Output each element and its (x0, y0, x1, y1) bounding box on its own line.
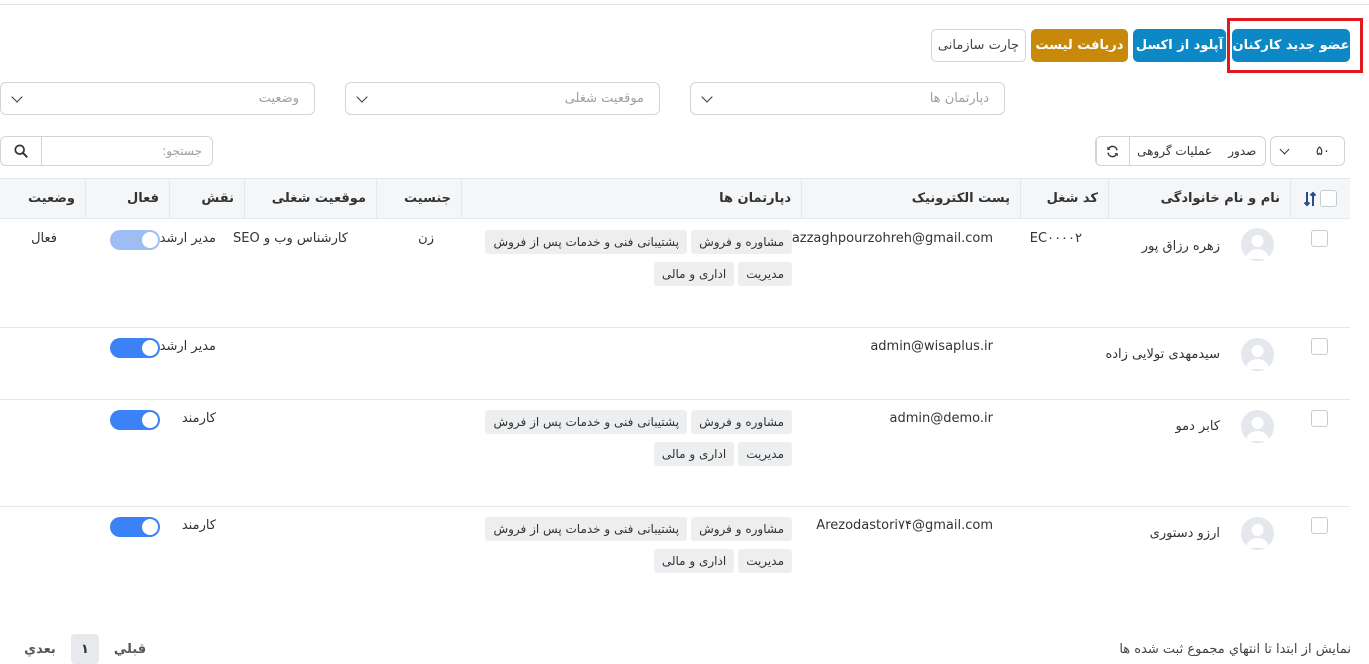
col-status[interactable]: وضعیت (0, 179, 85, 218)
department-tag: اداری و مالی (653, 262, 735, 286)
refresh-button[interactable] (1096, 137, 1129, 165)
chevron-down-icon (1279, 144, 1290, 154)
search-icon (14, 144, 28, 158)
avatar (1241, 338, 1274, 371)
active-toggle[interactable] (110, 410, 160, 430)
active-toggle[interactable] (110, 517, 160, 537)
active-toggle[interactable] (110, 230, 160, 250)
sort-icon[interactable] (1304, 191, 1316, 207)
status-text: فعال (31, 231, 57, 246)
department-tag: مشاوره و فروش (691, 410, 792, 434)
col-email[interactable]: پست الکترونیک (801, 179, 1020, 218)
employee-name[interactable]: ارزو دستوری (1150, 526, 1220, 541)
export-button[interactable]: صدور (1220, 137, 1265, 165)
department-filter-placeholder: دپارتمان ها (929, 91, 989, 106)
avatar (1241, 410, 1274, 443)
role: کارمند (181, 411, 216, 426)
department-tag: مدیریت (738, 262, 792, 286)
search-box (0, 136, 213, 166)
employee-name[interactable]: زهره رزاق پور (1142, 239, 1220, 254)
col-gender[interactable]: جنسیت (376, 179, 461, 218)
department-tag: مدیریت (738, 442, 792, 466)
bulk-actions-button[interactable]: عملیات گروهی (1128, 137, 1220, 165)
next-page-button[interactable]: بعدي (18, 634, 62, 664)
department-tag: پشتیبانی فنی و خدمات پس از فروش (485, 230, 688, 254)
page-number-button[interactable]: ۱ (71, 634, 99, 664)
refresh-icon (1107, 145, 1119, 157)
col-job-position[interactable]: موقعیت شغلی (244, 179, 376, 218)
employee-name[interactable]: کابر دمو (1175, 419, 1220, 434)
avatar (1241, 228, 1274, 261)
search-button[interactable] (1, 137, 42, 165)
employee-name[interactable]: سیدمهدی تولایی زاده (1105, 347, 1220, 362)
chevron-down-icon (356, 90, 368, 103)
role: کارمند (181, 518, 216, 533)
table-row: کابر دمو admin@demo.ir مشاوره و فروش پشت… (0, 400, 1350, 507)
col-departments[interactable]: دپارتمان ها (461, 179, 801, 218)
prev-page-button[interactable]: قبلي (110, 634, 150, 664)
department-tag: اداری و مالی (653, 549, 735, 573)
table-row: سیدمهدی تولایی زاده admin@wisaplus.ir مد… (0, 328, 1350, 400)
row-checkbox[interactable] (1311, 338, 1328, 355)
department-tag: اداری و مالی (653, 442, 735, 466)
chevron-down-icon (701, 90, 713, 103)
col-name[interactable]: نام و نام خانوادگی (1108, 179, 1290, 218)
status-filter-select[interactable]: وضعیت (0, 82, 315, 115)
job-code: EC۰۰۰۰۲ (1029, 231, 1082, 246)
col-role[interactable]: نقش (169, 179, 244, 218)
email: admin@demo.ir (889, 411, 993, 426)
row-checkbox[interactable] (1311, 410, 1328, 427)
new-employee-button[interactable]: عضو جدید کارکنان (1232, 29, 1350, 62)
per-page-value: ۵۰ (1316, 143, 1330, 159)
select-all-cell (1290, 179, 1350, 218)
row-checkbox[interactable] (1311, 517, 1328, 534)
department-tag: مشاوره و فروش (691, 230, 792, 254)
active-toggle[interactable] (110, 338, 160, 358)
email: Arezodastori۷۴@gmail.com (816, 518, 993, 533)
top-divider (0, 4, 1369, 5)
pagination-info: نمایش از ابتدا تا انتهاي مجموع ثبت شده ه… (1119, 642, 1351, 657)
per-page-select[interactable]: ۵۰ (1270, 136, 1345, 166)
table-row: زهره رزاق پور EC۰۰۰۰۲ razzaghpourzohreh@… (0, 220, 1350, 328)
upload-excel-button[interactable]: آپلود از اکسل (1133, 29, 1226, 62)
table-actions-group: صدور عملیات گروهی (1095, 136, 1266, 166)
role: مدیر ارشد (159, 339, 216, 354)
download-list-button[interactable]: دریافت لیست (1031, 29, 1128, 62)
job-position-filter-placeholder: موقعیت شغلی (564, 91, 644, 106)
department-tags: مشاوره و فروش پشتیبانی فنی و خدمات پس از… (482, 410, 792, 466)
table-row: ارزو دستوری Arezodastori۷۴@gmail.com مشا… (0, 507, 1350, 607)
col-job-code[interactable]: کد شغل (1020, 179, 1108, 218)
department-tag: پشتیبانی فنی و خدمات پس از فروش (485, 410, 688, 434)
job-position: کارشناس وب و SEO (233, 231, 348, 246)
toggle-knob (142, 519, 158, 535)
search-input[interactable] (42, 137, 212, 165)
chevron-down-icon (11, 90, 23, 103)
department-tag: مشاوره و فروش (691, 517, 792, 541)
department-tag: پشتیبانی فنی و خدمات پس از فروش (485, 517, 688, 541)
department-filter-select[interactable]: دپارتمان ها (690, 82, 1005, 115)
email: admin@wisaplus.ir (870, 339, 993, 354)
col-active[interactable]: فعال (85, 179, 169, 218)
status-filter-placeholder: وضعیت (258, 91, 299, 106)
org-chart-button[interactable]: چارت سازمانی (931, 29, 1026, 62)
avatar (1241, 517, 1274, 550)
toggle-knob (142, 232, 158, 248)
toggle-knob (142, 340, 158, 356)
job-position-filter-select[interactable]: موقعیت شغلی (345, 82, 660, 115)
table-header: نام و نام خانوادگی کد شغل پست الکترونیک … (0, 178, 1350, 219)
select-all-checkbox[interactable] (1320, 190, 1337, 207)
department-tags: مشاوره و فروش پشتیبانی فنی و خدمات پس از… (482, 230, 792, 286)
department-tag: مدیریت (738, 549, 792, 573)
toggle-knob (142, 412, 158, 428)
gender: زن (418, 231, 434, 246)
role: مدیر ارشد (159, 231, 216, 246)
row-checkbox[interactable] (1311, 230, 1328, 247)
department-tags: مشاوره و فروش پشتیبانی فنی و خدمات پس از… (482, 517, 792, 573)
email: razzaghpourzohreh@gmail.com (786, 231, 993, 246)
